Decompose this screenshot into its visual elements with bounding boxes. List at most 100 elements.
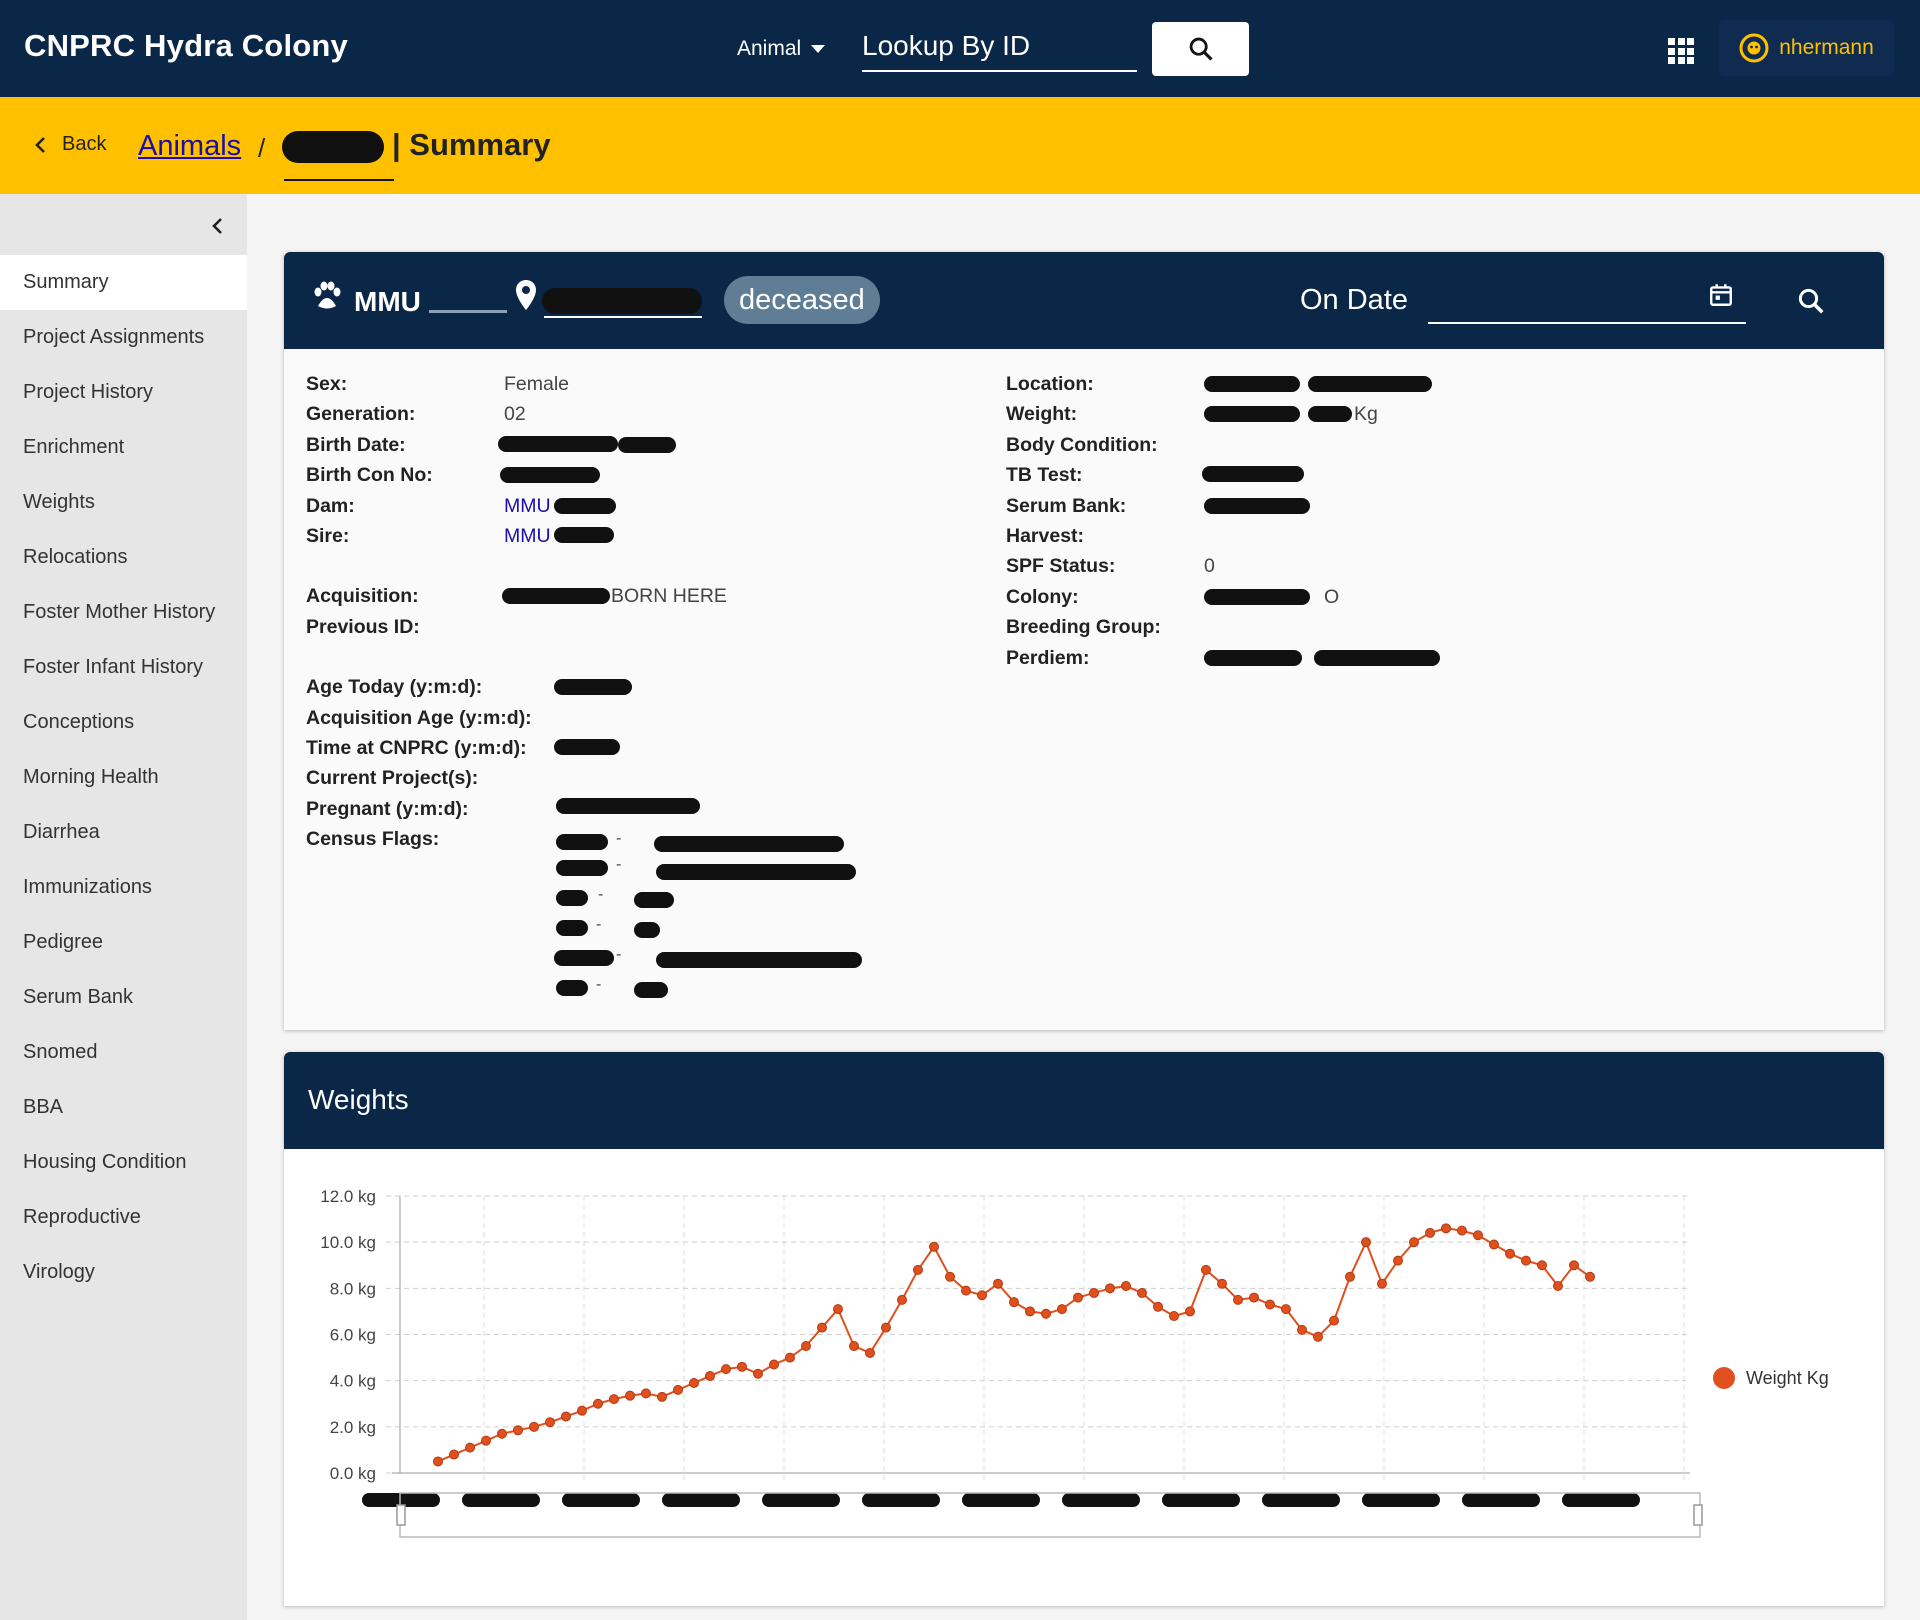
weight-data-point[interactable] bbox=[1585, 1271, 1595, 1282]
weight-data-point[interactable] bbox=[929, 1241, 939, 1252]
weight-data-point[interactable] bbox=[881, 1322, 891, 1333]
weight-data-point[interactable] bbox=[913, 1264, 923, 1275]
weight-data-point[interactable] bbox=[1521, 1255, 1531, 1266]
sidebar-item-foster-infant-history[interactable]: Foster Infant History bbox=[0, 640, 247, 695]
weight-data-point[interactable] bbox=[961, 1285, 971, 1296]
weight-data-point[interactable] bbox=[1409, 1237, 1419, 1248]
weight-data-point[interactable] bbox=[1009, 1297, 1019, 1308]
weight-data-point[interactable] bbox=[1569, 1260, 1579, 1271]
sidebar-item-conceptions[interactable]: Conceptions bbox=[0, 695, 247, 750]
sire-link[interactable]: MMU bbox=[504, 525, 551, 548]
weight-data-point[interactable] bbox=[497, 1428, 507, 1439]
census-flag-code-redacted[interactable] bbox=[556, 920, 588, 936]
weight-data-point[interactable] bbox=[673, 1384, 683, 1395]
census-flag-code-redacted[interactable] bbox=[556, 860, 608, 876]
weight-data-point[interactable] bbox=[1537, 1260, 1547, 1271]
census-flag-code-redacted[interactable] bbox=[556, 980, 588, 996]
weight-data-point[interactable] bbox=[721, 1364, 731, 1375]
weights-chart[interactable]: 0.0 kg 2.0 kg 4.0 kg 6.0 kg 8.0 kg 10.0 kg 12.… bbox=[284, 1149, 1884, 1606]
sidebar-item-serum-bank[interactable]: Serum Bank bbox=[0, 970, 247, 1025]
weight-data-point[interactable] bbox=[849, 1341, 859, 1352]
weight-data-point[interactable] bbox=[1153, 1301, 1163, 1312]
birth-date-link-redacted[interactable] bbox=[618, 436, 676, 453]
weight-data-point[interactable] bbox=[657, 1391, 667, 1402]
weight-data-point[interactable] bbox=[1441, 1223, 1451, 1234]
weight-data-point[interactable] bbox=[1457, 1225, 1467, 1236]
back-button[interactable]: Back bbox=[34, 133, 106, 156]
weight-data-point[interactable] bbox=[785, 1352, 795, 1363]
weight-data-point[interactable] bbox=[1233, 1294, 1243, 1305]
weight-data-point[interactable] bbox=[577, 1405, 587, 1416]
weight-data-point[interactable] bbox=[1169, 1311, 1179, 1322]
weight-data-point[interactable] bbox=[865, 1347, 875, 1358]
sidebar-item-snomed[interactable]: Snomed bbox=[0, 1025, 247, 1080]
weight-data-point[interactable] bbox=[753, 1368, 763, 1379]
weight-data-point[interactable] bbox=[1105, 1283, 1115, 1294]
sidebar-item-project-assignments[interactable]: Project Assignments bbox=[0, 310, 247, 365]
weight-data-point[interactable] bbox=[977, 1290, 987, 1301]
weight-data-point[interactable] bbox=[465, 1442, 475, 1453]
dam-link[interactable]: MMU bbox=[504, 495, 551, 518]
breadcrumb-animals-link[interactable]: Animals bbox=[138, 130, 241, 163]
breadcrumb-animal-id-redacted[interactable] bbox=[282, 131, 384, 163]
app-title[interactable]: CNPRC Hydra Colony bbox=[24, 28, 348, 64]
weight-data-point[interactable] bbox=[545, 1417, 555, 1428]
weight-data-point[interactable] bbox=[1393, 1255, 1403, 1266]
weight-data-point[interactable] bbox=[1281, 1304, 1291, 1315]
weight-data-point[interactable] bbox=[449, 1449, 459, 1460]
weight-data-point[interactable] bbox=[1041, 1308, 1051, 1319]
sidebar-item-morning-health[interactable]: Morning Health bbox=[0, 750, 247, 805]
sidebar-item-summary[interactable]: Summary bbox=[0, 255, 247, 310]
weight-data-point[interactable] bbox=[945, 1271, 955, 1282]
weight-data-point[interactable] bbox=[1489, 1239, 1499, 1250]
location-link-redacted[interactable] bbox=[1308, 376, 1432, 392]
apps-grid-icon[interactable] bbox=[1668, 38, 1694, 64]
census-flag-code-redacted[interactable] bbox=[554, 950, 614, 966]
collapse-sidebar-icon[interactable] bbox=[206, 214, 230, 238]
weight-data-point[interactable] bbox=[1473, 1230, 1483, 1241]
weight-data-point[interactable] bbox=[1505, 1248, 1515, 1259]
on-date-input[interactable] bbox=[1428, 278, 1746, 324]
sidebar-item-foster-mother-history[interactable]: Foster Mother History bbox=[0, 585, 247, 640]
weight-data-point[interactable] bbox=[593, 1398, 603, 1409]
weight-data-point[interactable] bbox=[993, 1278, 1003, 1289]
location-link-redacted[interactable] bbox=[542, 288, 702, 314]
sidebar-item-weights[interactable]: Weights bbox=[0, 475, 247, 530]
weight-data-point[interactable] bbox=[625, 1390, 635, 1401]
weight-data-point[interactable] bbox=[705, 1371, 715, 1382]
weight-data-point[interactable] bbox=[481, 1435, 491, 1446]
lookup-by-id-input[interactable] bbox=[862, 22, 1137, 72]
weight-data-point[interactable] bbox=[1249, 1292, 1259, 1303]
weight-data-point[interactable] bbox=[833, 1304, 843, 1315]
sidebar-item-reproductive[interactable]: Reproductive bbox=[0, 1190, 247, 1245]
sidebar-item-enrichment[interactable]: Enrichment bbox=[0, 420, 247, 475]
weight-data-point[interactable] bbox=[561, 1411, 571, 1422]
lookup-search-button[interactable] bbox=[1152, 22, 1249, 76]
weight-data-point[interactable] bbox=[737, 1361, 747, 1372]
weight-data-point[interactable] bbox=[513, 1425, 523, 1436]
weight-data-point[interactable] bbox=[1425, 1227, 1435, 1238]
census-flag-code-redacted[interactable] bbox=[556, 890, 588, 906]
sidebar-item-virology[interactable]: Virology bbox=[0, 1245, 247, 1300]
sidebar-item-housing-condition[interactable]: Housing Condition bbox=[0, 1135, 247, 1190]
weight-data-point[interactable] bbox=[1057, 1304, 1067, 1315]
weight-data-point[interactable] bbox=[897, 1294, 907, 1305]
weight-data-point[interactable] bbox=[1073, 1292, 1083, 1303]
weight-data-point[interactable] bbox=[1313, 1331, 1323, 1342]
sidebar-item-relocations[interactable]: Relocations bbox=[0, 530, 247, 585]
sire-link-prefix[interactable]: MMU bbox=[504, 525, 551, 547]
weight-data-point[interactable] bbox=[1377, 1278, 1387, 1289]
sidebar-item-pedigree[interactable]: Pedigree bbox=[0, 915, 247, 970]
sidebar-item-project-history[interactable]: Project History bbox=[0, 365, 247, 420]
sidebar-item-immunizations[interactable]: Immunizations bbox=[0, 860, 247, 915]
weight-data-point[interactable] bbox=[769, 1359, 779, 1370]
weight-data-point[interactable] bbox=[1329, 1315, 1339, 1326]
sire-id-redacted[interactable] bbox=[554, 526, 614, 543]
weight-data-point[interactable] bbox=[1217, 1278, 1227, 1289]
weight-data-point[interactable] bbox=[1297, 1324, 1307, 1335]
weight-data-point[interactable] bbox=[1345, 1271, 1355, 1282]
dam-id-redacted[interactable] bbox=[554, 497, 616, 514]
range-slider-right-handle[interactable] bbox=[1693, 1504, 1703, 1526]
weight-data-point[interactable] bbox=[1265, 1299, 1275, 1310]
dam-link-prefix[interactable]: MMU bbox=[504, 495, 551, 517]
